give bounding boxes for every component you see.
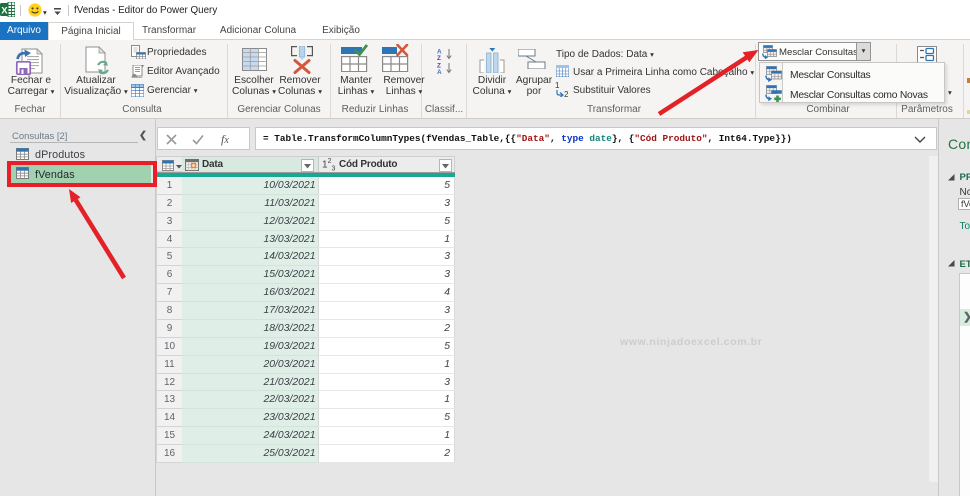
svg-text:Z: Z [437,55,441,60]
svg-text:X: X [1,6,8,17]
svg-text:1: 1 [555,81,560,90]
svg-text:A: A [437,69,442,74]
svg-text:2: 2 [564,90,569,97]
